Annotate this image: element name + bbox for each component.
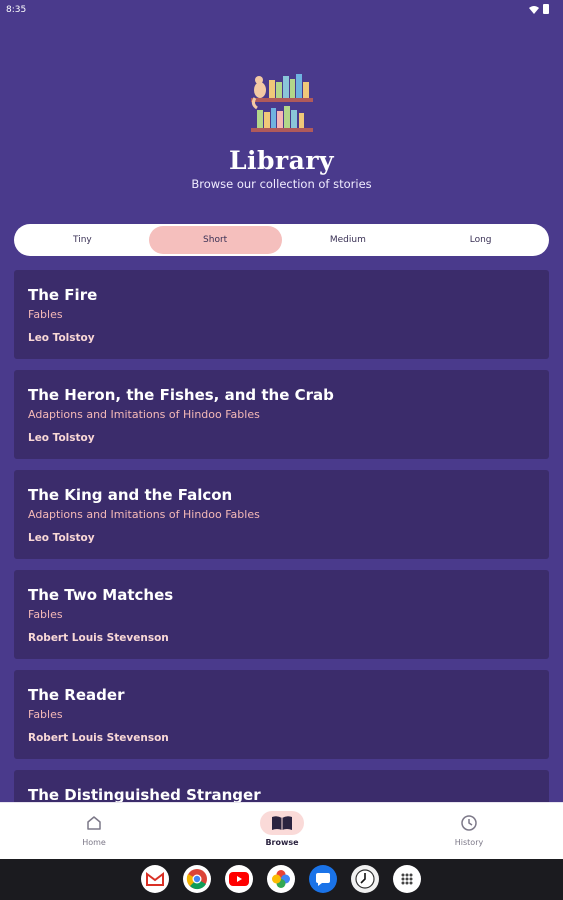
segment-long[interactable]: Long xyxy=(414,226,547,254)
segment-tiny[interactable]: Tiny xyxy=(16,226,149,254)
bookshelf-logo-icon xyxy=(250,74,313,132)
story-title: The King and the Falcon xyxy=(28,486,233,504)
nav-history-label: History xyxy=(454,838,484,847)
story-title: The Heron, the Fishes, and the Crab xyxy=(28,386,334,404)
nav-home-label: Home xyxy=(82,838,106,847)
segment-medium[interactable]: Medium xyxy=(282,226,415,254)
story-card[interactable]: The King and the Falcon Adaptions and Im… xyxy=(14,470,549,559)
story-title: The Fire xyxy=(28,286,98,304)
status-bar: 8:35 xyxy=(0,0,563,20)
home-icon xyxy=(87,816,101,830)
story-author: Robert Louis Stevenson xyxy=(28,732,169,744)
story-author: Leo Tolstoy xyxy=(28,332,95,344)
story-card[interactable]: The Fire Fables Leo Tolstoy xyxy=(14,270,549,359)
story-category: Adaptions and Imitations of Hindoo Fable… xyxy=(28,508,260,521)
chrome-icon[interactable] xyxy=(183,865,211,893)
story-category: Fables xyxy=(28,608,63,621)
story-category: Fables xyxy=(28,308,63,321)
nav-browse-label: Browse xyxy=(265,838,299,847)
wifi-icon xyxy=(529,5,539,14)
youtube-icon[interactable] xyxy=(225,865,253,893)
page-title: Library xyxy=(228,146,335,175)
messages-icon[interactable] xyxy=(309,865,337,893)
nav-history[interactable]: History xyxy=(429,811,509,847)
photos-icon[interactable] xyxy=(267,865,295,893)
segment-short[interactable]: Short xyxy=(148,226,282,254)
nav-home[interactable]: Home xyxy=(54,811,134,847)
story-category: Adaptions and Imitations of Hindoo Fable… xyxy=(28,408,260,421)
clock-icon xyxy=(461,815,477,831)
gmail-icon[interactable] xyxy=(141,865,169,893)
story-card[interactable]: The Two Matches Fables Robert Louis Stev… xyxy=(14,570,549,659)
system-taskbar xyxy=(0,859,563,900)
story-list: The Fire Fables Leo Tolstoy The Heron, t… xyxy=(14,270,549,870)
bottom-nav: Home Browse History xyxy=(0,802,563,860)
status-icons xyxy=(529,4,549,14)
story-author: Leo Tolstoy xyxy=(28,532,95,544)
story-category: Fables xyxy=(28,708,63,721)
clock-app-icon[interactable] xyxy=(351,865,379,893)
book-icon xyxy=(272,816,292,830)
status-time: 8:35 xyxy=(6,5,27,15)
length-filter: Tiny Short Medium Long xyxy=(14,224,549,256)
nav-browse[interactable]: Browse xyxy=(242,811,322,847)
story-card[interactable]: The Reader Fables Robert Louis Stevenson xyxy=(14,670,549,759)
page-subtitle: Browse our collection of stories xyxy=(191,177,372,191)
story-author: Robert Louis Stevenson xyxy=(28,632,169,644)
story-author: Leo Tolstoy xyxy=(28,432,95,444)
app-drawer-icon[interactable] xyxy=(393,865,421,893)
story-card[interactable]: The Heron, the Fishes, and the Crab Adap… xyxy=(14,370,549,459)
story-title: The Two Matches xyxy=(28,586,174,604)
header: Library Browse our collection of stories xyxy=(0,70,563,191)
battery-icon xyxy=(543,4,549,14)
story-title: The Reader xyxy=(28,686,125,704)
